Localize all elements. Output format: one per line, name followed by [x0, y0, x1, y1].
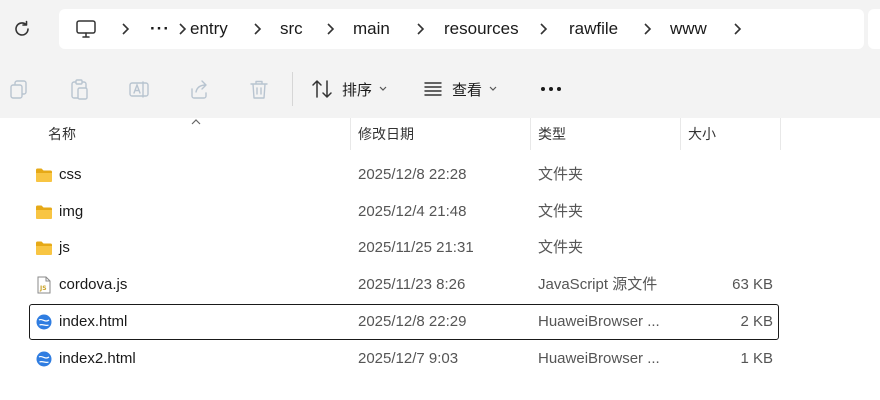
file-name: img	[59, 203, 84, 220]
breadcrumb-resources[interactable]: resources	[444, 19, 519, 39]
column-divider[interactable]	[350, 118, 351, 150]
file-type: 文件夹	[538, 203, 584, 220]
file-size: 1 KB	[740, 350, 773, 367]
delete-icon[interactable]	[248, 78, 270, 100]
column-size[interactable]: 大小	[688, 118, 716, 150]
column-name[interactable]: 名称	[48, 118, 76, 150]
folder-icon	[36, 241, 52, 255]
folder-icon	[36, 168, 52, 182]
chevron-down-icon	[489, 86, 497, 91]
js-file-icon: JS	[37, 276, 51, 294]
file-row-selected[interactable]: index.html 2025/12/8 22:29 HuaweiBrowser…	[29, 304, 779, 340]
file-name: css	[59, 166, 82, 183]
file-modified: 2025/12/7 9:03	[358, 350, 459, 367]
svg-text:JS: JS	[39, 285, 47, 292]
file-type: HuaweiBrowser ...	[538, 313, 660, 330]
file-modified: 2025/12/4 21:48	[358, 203, 467, 220]
breadcrumb-entry[interactable]: entry	[190, 19, 228, 39]
chevron-right-icon[interactable]	[251, 21, 263, 37]
view-button[interactable]: 查看	[422, 76, 497, 102]
file-modified: 2025/11/25 21:31	[358, 239, 474, 256]
chevron-down-icon	[379, 86, 387, 91]
file-row[interactable]: img 2025/12/4 21:48 文件夹	[29, 194, 779, 230]
breadcrumb-www[interactable]: www	[670, 19, 707, 39]
chevron-right-icon[interactable]	[731, 21, 743, 37]
rename-icon[interactable]	[128, 78, 150, 100]
more-options-icon[interactable]	[540, 86, 562, 92]
file-type: HuaweiBrowser ...	[538, 350, 660, 367]
file-name: index.html	[59, 313, 128, 330]
breadcrumb-rawfile[interactable]: rawfile	[569, 19, 618, 39]
chevron-right-icon[interactable]	[414, 21, 426, 37]
file-row[interactable]: js 2025/11/25 21:31 文件夹	[29, 230, 779, 266]
file-type: 文件夹	[538, 166, 584, 183]
chevron-right-icon[interactable]	[537, 21, 549, 37]
column-divider[interactable]	[780, 118, 781, 150]
column-divider[interactable]	[530, 118, 531, 150]
copy-icon[interactable]	[8, 78, 30, 100]
address-bar-row: ··· entry src main resources rawfile www	[0, 0, 880, 58]
column-divider[interactable]	[680, 118, 681, 150]
sort-button[interactable]: 排序	[310, 76, 387, 102]
share-icon[interactable]	[188, 78, 210, 100]
file-name: js	[59, 239, 70, 256]
sort-icon	[312, 80, 332, 98]
file-name: index2.html	[59, 350, 136, 367]
chevron-right-icon[interactable]	[641, 21, 653, 37]
file-row[interactable]: css 2025/12/8 22:28 文件夹	[29, 157, 779, 193]
chevron-right-icon[interactable]	[119, 21, 131, 37]
folder-icon	[36, 205, 52, 219]
file-type: JavaScript 源文件	[538, 276, 658, 293]
paste-icon[interactable]	[68, 78, 90, 100]
breadcrumb-overflow[interactable]: ···	[150, 19, 170, 39]
file-row[interactable]: JS cordova.js 2025/11/23 8:26 JavaScript…	[29, 267, 779, 303]
breadcrumb-main[interactable]: main	[353, 19, 390, 39]
file-type: 文件夹	[538, 239, 584, 256]
file-size: 63 KB	[732, 276, 773, 293]
chevron-right-icon[interactable]	[324, 21, 336, 37]
column-modified[interactable]: 修改日期	[358, 118, 414, 150]
sort-ascending-icon	[191, 119, 201, 125]
view-label: 查看	[452, 81, 483, 99]
html-file-icon	[36, 351, 52, 367]
refresh-icon[interactable]	[10, 17, 34, 41]
file-modified: 2025/12/8 22:28	[358, 166, 467, 183]
breadcrumb-src[interactable]: src	[280, 19, 303, 39]
html-file-icon	[36, 314, 52, 330]
file-modified: 2025/11/23 8:26	[358, 276, 466, 293]
search-box-edge[interactable]	[868, 9, 880, 49]
column-header: 名称 修改日期 类型 大小	[0, 118, 880, 150]
this-pc-icon[interactable]	[75, 19, 97, 39]
view-lines-icon	[424, 82, 442, 96]
address-bar[interactable]: ··· entry src main resources rawfile www	[59, 9, 864, 49]
command-bar: 排序 查看	[0, 58, 880, 119]
sort-label: 排序	[342, 81, 373, 99]
toolbar-divider	[292, 72, 293, 106]
file-row[interactable]: index2.html 2025/12/7 9:03 HuaweiBrowser…	[29, 341, 779, 377]
column-type[interactable]: 类型	[538, 118, 566, 150]
chevron-right-icon[interactable]	[176, 21, 188, 37]
file-modified: 2025/12/8 22:29	[358, 313, 467, 330]
file-name: cordova.js	[59, 276, 128, 293]
file-size: 2 KB	[740, 313, 773, 330]
